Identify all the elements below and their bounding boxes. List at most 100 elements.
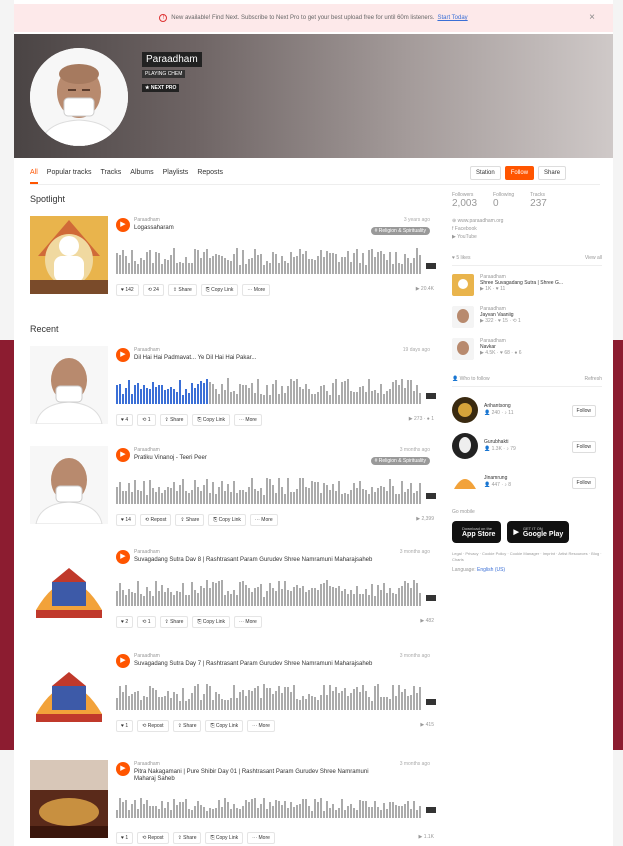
play-button[interactable]: ▶ — [116, 762, 130, 776]
tab-albums[interactable]: Albums — [130, 164, 153, 184]
repost-button[interactable]: ⟲ Repost — [137, 832, 169, 844]
copy-link-button[interactable]: ⎘ Copy Link — [192, 616, 231, 628]
track-artwork[interactable] — [30, 548, 108, 626]
share-track-button[interactable]: ⇪ Share — [159, 616, 189, 628]
track-user[interactable]: Paraadham — [134, 217, 160, 223]
share-track-button[interactable]: ⇪ Share — [172, 832, 202, 844]
liked-track[interactable]: Paraadham Navkar ▶ 4.5K · ♥ 68 · ● 6 — [452, 338, 602, 362]
track-title[interactable]: Suvagadang Sutra Day 7 | Rashtrasant Par… — [134, 661, 374, 668]
station-button[interactable]: Station — [470, 166, 501, 180]
liked-track[interactable]: Paraadham Shree Suvagadang Sutra | Shree… — [452, 274, 602, 298]
facebook-link[interactable]: f Facebook — [452, 225, 602, 233]
like-button[interactable]: ♥ 1 — [116, 720, 134, 732]
follow-button[interactable]: Follow — [504, 166, 535, 180]
waveform[interactable] — [116, 378, 424, 404]
follow-artist-button[interactable]: Follow — [571, 477, 596, 489]
more-button[interactable]: ⋯ More — [247, 832, 275, 844]
artist-avatar[interactable] — [452, 469, 478, 495]
app-store-button[interactable]: Download on the App Store — [452, 521, 502, 543]
more-button[interactable]: ⋯ More — [234, 414, 262, 426]
stat-followers[interactable]: Followers 2,003 — [452, 192, 477, 209]
artist-avatar[interactable] — [452, 397, 478, 423]
track-user[interactable]: Paraadham — [134, 761, 160, 767]
share-button[interactable]: Share — [538, 166, 567, 180]
like-button[interactable]: ♥ 1 — [116, 832, 134, 844]
copy-link-button[interactable]: ⎘ Copy Link — [205, 720, 244, 732]
waveform-bar — [281, 805, 283, 818]
track-artwork[interactable] — [30, 446, 108, 524]
artist-name[interactable]: Jinamrung — [484, 475, 511, 482]
tab-all[interactable]: All — [30, 164, 38, 184]
repost-button[interactable]: ⟲ Repost — [137, 720, 169, 732]
copy-link-button[interactable]: ⎘ Copy Link — [200, 284, 239, 296]
artist-name[interactable]: Arihantsong — [484, 403, 513, 410]
waveform[interactable] — [116, 798, 424, 818]
repost-button[interactable]: ⟲ 1 — [137, 414, 156, 426]
stat-following[interactable]: Following 0 — [493, 192, 514, 209]
track-user[interactable]: Paraadham — [134, 347, 160, 353]
view-all-likes-link[interactable]: View all — [585, 255, 602, 261]
like-button[interactable]: ♥ 2 — [116, 616, 134, 628]
track-user[interactable]: Paraadham — [134, 447, 160, 453]
youtube-link[interactable]: ▶ YouTube — [452, 233, 602, 241]
waveform[interactable] — [116, 248, 424, 274]
share-track-button[interactable]: ⇪ Share — [175, 514, 205, 526]
more-button[interactable]: ⋯ More — [247, 720, 275, 732]
stat-tracks[interactable]: Tracks 237 — [530, 192, 547, 209]
waveform[interactable] — [116, 684, 424, 710]
liked-track[interactable]: Paraadham Jayvan Vaaniig ▶ 322 · ♥ 15 · … — [452, 306, 602, 330]
track-title[interactable]: Logassaharam — [134, 225, 374, 232]
like-button[interactable]: ♥ 14 — [116, 514, 136, 526]
website-link[interactable]: ⊕ www.paraadham.org — [452, 217, 602, 225]
tab-playlists[interactable]: Playlists — [163, 164, 189, 184]
waveform[interactable] — [116, 478, 424, 504]
waveform[interactable] — [116, 580, 424, 606]
like-button[interactable]: ♥ 142 — [116, 284, 139, 296]
track-artwork[interactable] — [30, 652, 108, 730]
share-track-button[interactable]: ⇪ Share — [172, 720, 202, 732]
more-button[interactable]: ⋯ More — [249, 514, 278, 526]
track-title[interactable]: Dil Hai Hai Padmavat... Ye Dil Hai Hai P… — [134, 355, 374, 362]
profile-avatar[interactable] — [30, 48, 128, 146]
track-artwork[interactable] — [30, 760, 108, 838]
track-artwork[interactable] — [30, 216, 108, 294]
copy-link-button[interactable]: ⎘ Copy Link — [192, 414, 231, 426]
more-button[interactable]: ⋯ More — [242, 284, 271, 296]
tab-reposts[interactable]: Reposts — [197, 164, 223, 184]
play-button[interactable]: ▶ — [116, 348, 130, 362]
play-button[interactable]: ▶ — [116, 550, 130, 564]
track-user[interactable]: Paraadham — [134, 549, 160, 555]
like-button[interactable]: ♥ 4 — [116, 414, 134, 426]
share-track-button[interactable]: ⇪ Share — [159, 414, 189, 426]
repost-button[interactable]: ⟲ Repost — [139, 514, 172, 526]
follow-artist-button[interactable]: Follow — [571, 441, 596, 453]
artist-name[interactable]: Gurubhakti — [484, 439, 516, 446]
track-artwork[interactable] — [30, 346, 108, 424]
google-play-button[interactable]: ▶ GET IT ON Google Play — [507, 521, 570, 543]
language-selector[interactable]: Language: English (US) — [452, 567, 602, 573]
follow-artist-button[interactable]: Follow — [571, 405, 596, 417]
play-button[interactable]: ▶ — [116, 654, 130, 668]
artist-avatar[interactable] — [452, 433, 478, 459]
waveform-bar — [266, 809, 268, 818]
track-genre-tag[interactable]: # Religion & Spirituality — [370, 457, 430, 465]
banner-link[interactable]: Start Today — [437, 15, 467, 21]
track-title[interactable]: Suvagadang Sutra Dav 8 | Rashtrasant Par… — [134, 557, 374, 564]
more-button[interactable]: ⋯ More — [234, 616, 262, 628]
track-title[interactable]: Pitra Nakagamani | Pure Shibir Day 01 | … — [134, 769, 374, 783]
share-track-button[interactable]: ⇪ Share — [167, 284, 197, 296]
copy-link-button[interactable]: ⎘ Copy Link — [208, 514, 246, 526]
refresh-link[interactable]: Refresh — [584, 376, 602, 382]
legal-links[interactable]: Legal · Privacy · Cookie Policy · Cookie… — [452, 551, 602, 563]
repost-button[interactable]: ⟲ 24 — [142, 284, 164, 296]
track-genre-tag[interactable]: # Religion & Spirituality — [370, 227, 430, 235]
tab-tracks[interactable]: Tracks — [101, 164, 122, 184]
repost-button[interactable]: ⟲ 1 — [137, 616, 156, 628]
play-button[interactable]: ▶ — [116, 218, 130, 232]
track-title[interactable]: Pratiku Vinanoj - Teeri Peer — [134, 455, 374, 462]
close-icon[interactable]: × — [589, 12, 595, 23]
tab-popular-tracks[interactable]: Popular tracks — [47, 164, 92, 184]
track-user[interactable]: Paraadham — [134, 653, 160, 659]
copy-link-button[interactable]: ⎘ Copy Link — [205, 832, 244, 844]
play-button[interactable]: ▶ — [116, 448, 130, 462]
